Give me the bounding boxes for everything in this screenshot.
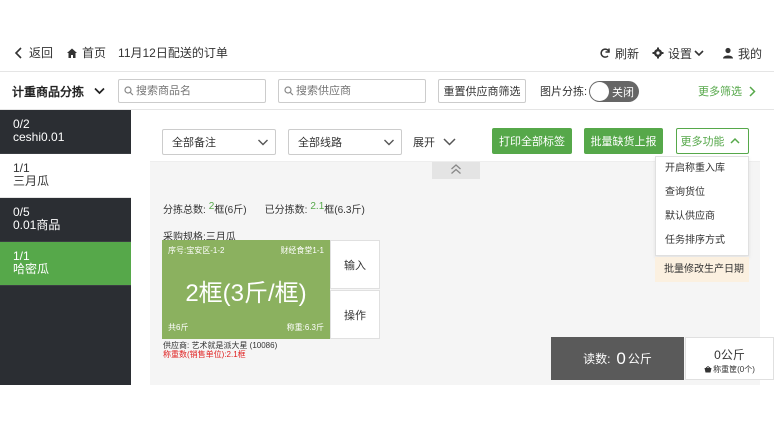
routes-select[interactable]: 全部线路 (288, 129, 402, 155)
sidebar-item-name: 哈密瓜 (13, 262, 50, 276)
toggle-knob (590, 82, 609, 101)
chevron-down-icon (92, 84, 106, 98)
sidebar-item-sanyuegua[interactable]: 1/1 三月瓜 (0, 154, 131, 198)
menu-item-query-location[interactable]: 查询货位 (656, 181, 748, 205)
batch-report-shortage-button[interactable]: 批量缺货上报 (584, 128, 663, 154)
total-label: 分拣总数: (163, 205, 206, 216)
chevron-down-icon (383, 134, 395, 153)
category-selector[interactable]: 计重商品分拣 (12, 72, 109, 110)
product-sidebar: 0/2 ceshi0.01 1/1 三月瓜 0/5 0.01商品 1/1 哈密瓜 (0, 110, 131, 385)
chevron-up-icon (728, 134, 742, 148)
remarks-select-value: 全部备注 (172, 137, 216, 149)
more-functions-label: 更多功能 (680, 136, 725, 148)
operate-button[interactable]: 操作 (330, 290, 380, 339)
reset-supplier-filter-button[interactable]: 重置供应商筛选 (438, 79, 526, 103)
picture-sorting-label: 图片分拣: (540, 86, 588, 98)
top-nav-bar: 返回 首页 11月12日配送的订单 刷新 设置 我的 (0, 34, 774, 72)
more-functions-menu: 开启称重入库 查询货位 默认供应商 任务排序方式 (655, 156, 749, 256)
print-all-labels-button[interactable]: 打印全部标签 (492, 128, 572, 154)
double-chevron-up-icon (450, 163, 462, 178)
remarks-select[interactable]: 全部备注 (162, 129, 276, 155)
tare-label: 称重筐(0个) (713, 365, 755, 374)
gear-icon (651, 46, 665, 60)
card-total: 共6斤 (168, 323, 189, 332)
chevron-down-icon (442, 135, 456, 149)
sorting-summary: 分拣总数: 2 框(6斤) 已分拣数: 2.1 框(6.3斤) (163, 201, 365, 216)
tare-basket-panel[interactable]: 0公斤 称重筐(0个) (685, 337, 774, 380)
search-icon (123, 86, 134, 97)
picture-sorting-toggle[interactable]: 关闭 (589, 81, 639, 102)
search-icon (283, 86, 294, 97)
menu-item-batch-edit-production-date[interactable]: 批量修改生产日期 (655, 257, 749, 282)
tare-value: 0公斤 (714, 348, 745, 362)
basket-icon (704, 366, 712, 373)
chevron-left-icon (12, 46, 26, 60)
card-weighed: 称重:6.3斤 (286, 323, 324, 332)
sorted-label: 已分拣数: (264, 205, 308, 216)
back-label: 返回 (29, 46, 54, 60)
user-menu[interactable]: 我的 (721, 45, 762, 62)
sorted-value: 2.1 (310, 201, 325, 212)
sidebar-item-hamigua[interactable]: 1/1 哈密瓜 (0, 242, 131, 286)
search-supplier-input[interactable] (296, 85, 416, 97)
collapse-button[interactable] (432, 162, 480, 179)
reading-unit: 公斤 (627, 352, 652, 366)
user-label: 我的 (737, 46, 762, 61)
card-amount: 2框(3斤/框) (185, 280, 307, 307)
chevron-right-icon (745, 84, 759, 98)
sidebar-item-name: ceshi0.01 (13, 130, 65, 144)
sorted-unit: 框(6.3斤) (324, 205, 365, 216)
home-icon (65, 46, 79, 60)
more-functions-button[interactable]: 更多功能 (676, 128, 749, 154)
user-icon (721, 46, 735, 60)
sidebar-item-name: 0.01商品 (13, 218, 61, 232)
weight-sale-info: 称重数(销售单位):2.1框 (163, 350, 246, 359)
expand-label: 展开 (413, 137, 435, 149)
refresh-icon (598, 46, 612, 60)
scale-reading: 读数: 0 公斤 (551, 337, 684, 380)
search-product-field[interactable] (118, 79, 266, 103)
filter-bar: 计重商品分拣 重置供应商筛选 图片分拣: 关闭 更多筛选 (0, 72, 774, 110)
total-unit: 框(6斤) (214, 205, 247, 216)
refresh-button[interactable]: 刷新 (598, 45, 639, 62)
reading-value: 0 (616, 348, 626, 368)
menu-item-enable-weighing-storage[interactable]: 开启称重入库 (656, 157, 748, 181)
more-filters-label: 更多筛选 (698, 86, 742, 98)
settings-button[interactable]: 设置 (651, 45, 709, 62)
home-label: 首页 (82, 46, 107, 60)
category-title: 计重商品分拣 (12, 84, 85, 99)
search-product-input[interactable] (136, 85, 256, 97)
routes-select-value: 全部线路 (298, 137, 342, 149)
refresh-label: 刷新 (614, 46, 639, 61)
card-sequence: 序号:宝安区-1-2 (168, 246, 225, 255)
menu-item-task-sort[interactable]: 任务排序方式 (656, 229, 748, 253)
sidebar-item-001-product[interactable]: 0/5 0.01商品 (0, 198, 131, 242)
sidebar-item-ceshi[interactable]: 0/2 ceshi0.01 (0, 110, 131, 154)
input-button[interactable]: 输入 (330, 240, 380, 289)
reading-label: 读数: (583, 352, 611, 366)
page-title: 11月12日配送的订单 (118, 46, 228, 60)
toggle-state-label: 关闭 (612, 86, 634, 99)
expand-toggle[interactable]: 展开 (413, 129, 459, 155)
menu-item-default-supplier[interactable]: 默认供应商 (656, 205, 748, 229)
sidebar-item-name: 三月瓜 (13, 174, 50, 188)
search-supplier-field[interactable] (278, 79, 426, 103)
chevron-down-icon (257, 134, 269, 153)
more-filters-link[interactable]: 更多筛选 (698, 72, 762, 110)
chevron-down-icon (692, 46, 706, 60)
home-link[interactable]: 首页 (65, 44, 106, 61)
card-customer: 财经食堂1-1 (280, 246, 324, 255)
settings-label: 设置 (667, 46, 692, 61)
sorting-task-card[interactable]: 序号:宝安区-1-2 财经食堂1-1 2框(3斤/框) 共6斤 称重:6.3斤 (162, 240, 330, 339)
back-button[interactable]: 返回 (12, 44, 53, 61)
